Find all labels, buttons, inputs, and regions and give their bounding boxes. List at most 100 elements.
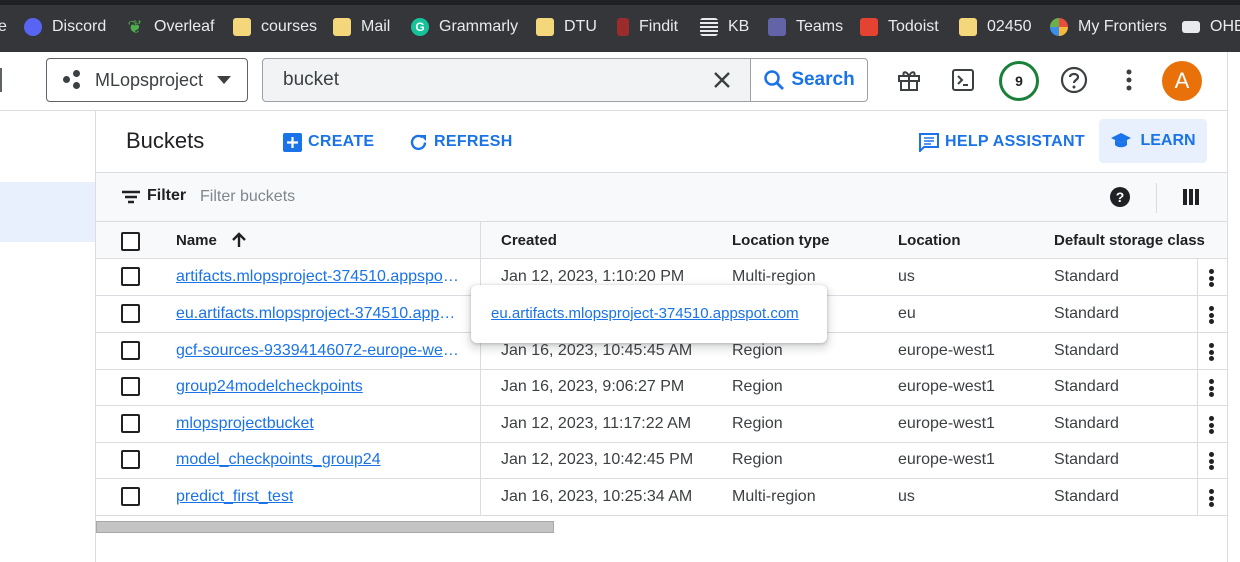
create-button[interactable]: CREATE bbox=[283, 130, 374, 154]
help-icon[interactable]: ? bbox=[1110, 187, 1130, 207]
row-checkbox[interactable] bbox=[121, 450, 140, 469]
row-checkbox[interactable] bbox=[121, 267, 140, 286]
folder-icon bbox=[536, 18, 554, 36]
bookmark-discord[interactable]: Discord bbox=[24, 15, 106, 39]
nav-rail-edge bbox=[0, 68, 2, 92]
bookmark-courses[interactable]: courses bbox=[233, 15, 317, 39]
location-cell: europe-west1 bbox=[898, 451, 995, 468]
select-all-checkbox[interactable] bbox=[121, 232, 140, 251]
arrow-up-icon bbox=[232, 232, 246, 247]
location-cell: europe-west1 bbox=[898, 378, 995, 395]
create-label: CREATE bbox=[308, 133, 375, 150]
school-icon bbox=[1111, 133, 1132, 148]
bookmark-todoist[interactable]: Todoist bbox=[860, 15, 939, 39]
project-picker[interactable]: MLopsproject bbox=[46, 58, 248, 102]
row-actions-icon[interactable] bbox=[1203, 341, 1219, 363]
bucket-name-link[interactable]: eu.artifacts.mlopsproject-374510.appspot… bbox=[176, 305, 462, 323]
column-header-created[interactable]: Created bbox=[501, 232, 557, 249]
row-actions-icon[interactable] bbox=[1203, 414, 1219, 436]
bucket-name-tooltip: eu.artifacts.mlopsproject-374510.appspot… bbox=[471, 285, 827, 343]
bookmark-label: Mail bbox=[361, 18, 391, 35]
bookmark-partial[interactable]: e bbox=[0, 15, 7, 39]
bookmark-ohe[interactable]: OHE bbox=[1182, 15, 1240, 39]
horizontal-scrollbar[interactable] bbox=[96, 521, 554, 533]
bucket-name-link[interactable]: gcf-sources-93394146072-europe-west1 bbox=[176, 342, 462, 360]
filter-input[interactable] bbox=[200, 184, 600, 210]
column-header-location[interactable]: Location bbox=[898, 232, 961, 249]
refresh-button[interactable]: REFRESH bbox=[409, 130, 513, 154]
column-header-storage-class[interactable]: Default storage class bbox=[1054, 232, 1205, 249]
more-options-button[interactable] bbox=[1111, 62, 1147, 98]
location-type-cell: Region bbox=[732, 378, 783, 395]
learn-button[interactable]: LEARN bbox=[1099, 119, 1207, 163]
cloud-shell-button[interactable] bbox=[945, 62, 981, 98]
gift-button[interactable] bbox=[891, 62, 927, 98]
avatar[interactable]: A bbox=[1162, 61, 1202, 101]
storage-class-cell: Standard bbox=[1054, 378, 1119, 395]
refresh-label: REFRESH bbox=[434, 133, 513, 150]
bucket-name-link[interactable]: artifacts.mlopsproject-374510.appspot.co… bbox=[176, 268, 462, 286]
help-button[interactable] bbox=[1056, 62, 1092, 98]
tooltip-link[interactable]: eu.artifacts.mlopsproject-374510.appspot… bbox=[491, 305, 799, 322]
frontiers-icon bbox=[1050, 18, 1068, 36]
add-box-icon bbox=[283, 132, 302, 152]
row-checkbox[interactable] bbox=[121, 487, 140, 506]
row-actions-icon[interactable] bbox=[1203, 487, 1219, 509]
storage-class-cell: Standard bbox=[1054, 415, 1119, 432]
row-actions-icon[interactable] bbox=[1203, 450, 1219, 472]
filter-bar-divider bbox=[1156, 183, 1157, 213]
bookmark-my-frontiers[interactable]: My Frontiers bbox=[1050, 15, 1167, 39]
bucket-name-link[interactable]: predict_first_test bbox=[176, 488, 293, 506]
search-button[interactable]: Search bbox=[750, 59, 867, 101]
column-divider bbox=[480, 222, 481, 515]
column-header-location-type[interactable]: Location type bbox=[732, 232, 830, 249]
column-header-name[interactable]: Name bbox=[176, 232, 247, 249]
nav-item-buckets-selected[interactable] bbox=[0, 182, 95, 242]
bucket-name-link[interactable]: group24modelcheckpoints bbox=[176, 378, 363, 396]
bookmark-mail[interactable]: Mail bbox=[333, 15, 390, 39]
bookmark-label: Overleaf bbox=[154, 18, 215, 35]
bookmark-grammarly[interactable]: G Grammarly bbox=[411, 15, 518, 39]
bookmark-teams[interactable]: Teams bbox=[768, 15, 843, 39]
help-assistant-button[interactable]: HELP ASSISTANT bbox=[919, 130, 1085, 154]
created-cell: Jan 16, 2023, 9:06:27 PM bbox=[501, 378, 685, 395]
row-checkbox[interactable] bbox=[121, 377, 140, 396]
row-checkbox[interactable] bbox=[121, 304, 140, 323]
table-row: predict_first_test Jan 16, 2023, 10:25:3… bbox=[96, 479, 1228, 516]
row-actions-icon[interactable] bbox=[1203, 267, 1219, 289]
bookmark-dtu[interactable]: DTU bbox=[536, 15, 597, 39]
bookmark-label: courses bbox=[261, 18, 318, 35]
row-actions-icon[interactable] bbox=[1203, 377, 1219, 399]
location-type-cell: Multi-region bbox=[732, 268, 816, 285]
bookmark-02450[interactable]: 02450 bbox=[959, 15, 1032, 39]
created-cell: Jan 12, 2023, 1:10:20 PM bbox=[501, 268, 685, 285]
folder-icon bbox=[333, 18, 351, 36]
storage-class-cell: Standard bbox=[1054, 305, 1119, 322]
column-display-icon[interactable] bbox=[1183, 189, 1199, 205]
storage-class-cell: Standard bbox=[1054, 268, 1119, 285]
bookmark-kb[interactable]: KB bbox=[700, 15, 749, 39]
bookmark-overleaf[interactable]: ❦ Overleaf bbox=[126, 15, 214, 39]
filter-bar: Filter ? bbox=[96, 173, 1228, 222]
created-cell: Jan 16, 2023, 10:25:34 AM bbox=[501, 488, 693, 505]
storage-class-cell: Standard bbox=[1054, 451, 1119, 468]
help-assistant-label: HELP ASSISTANT bbox=[945, 133, 1085, 150]
row-actions-icon[interactable] bbox=[1203, 304, 1219, 326]
row-checkbox[interactable] bbox=[121, 341, 140, 360]
notifications-badge[interactable]: 9 bbox=[999, 61, 1039, 101]
location-type-cell: Region bbox=[732, 415, 783, 432]
bucket-name-link[interactable]: mlopsprojectbucket bbox=[176, 415, 314, 433]
row-checkbox[interactable] bbox=[121, 414, 140, 433]
overleaf-icon: ❦ bbox=[127, 17, 143, 37]
bookmark-label: Teams bbox=[796, 18, 844, 35]
created-cell: Jan 12, 2023, 11:17:22 AM bbox=[501, 415, 692, 432]
bucket-name-link[interactable]: model_checkpoints_group24 bbox=[176, 451, 381, 469]
search-input[interactable] bbox=[263, 59, 694, 101]
left-nav bbox=[0, 110, 96, 562]
location-type-cell: Region bbox=[732, 451, 783, 468]
table-row: model_checkpoints_group24 Jan 12, 2023, … bbox=[96, 442, 1228, 479]
project-icon bbox=[63, 70, 83, 90]
clear-search-button[interactable] bbox=[694, 59, 750, 101]
bookmark-findit[interactable]: Findit bbox=[617, 15, 678, 39]
search-bar: Search bbox=[262, 58, 868, 102]
